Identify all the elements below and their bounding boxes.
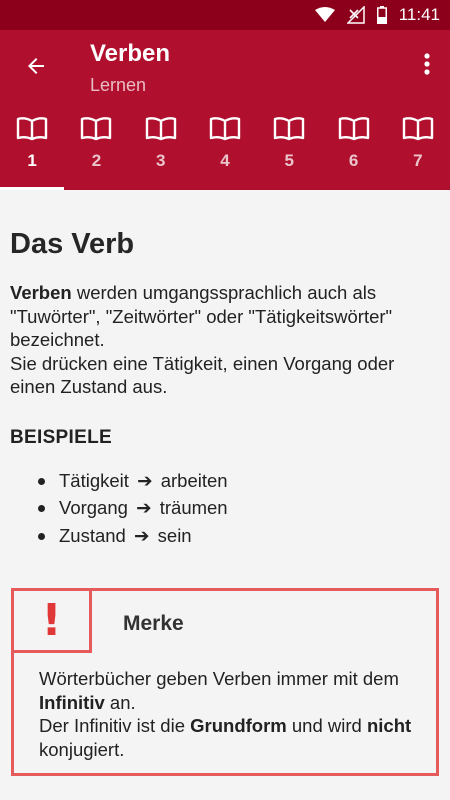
examples-heading: BEISPIELE [10, 426, 112, 448]
intro-text-2: Sie drücken eine Tätigkeit, einen Vorgan… [10, 352, 395, 398]
intro-bold-term: Verben [10, 282, 72, 303]
note-bold: Infinitiv [39, 691, 105, 713]
tab-label: 6 [348, 151, 359, 170]
tab-label: 4 [220, 151, 230, 170]
arrow-icon: ➔ [134, 524, 150, 546]
list-item: Vorgang ➔ träumen [38, 494, 438, 522]
note-body: Wörterbücher geben Verben immer mit dem … [39, 667, 424, 761]
example-term: Vorgang [59, 497, 128, 518]
tab-4[interactable]: 4 [193, 111, 257, 190]
back-button[interactable] [20, 50, 52, 82]
book-icon [16, 117, 48, 141]
note-text: und wird [286, 715, 367, 736]
example-value: sein [157, 524, 192, 546]
tab-5[interactable]: 5 [257, 111, 321, 190]
tab-6[interactable]: 6 [321, 111, 385, 190]
lesson-heading: Das Verb [10, 228, 135, 260]
tab-7[interactable]: 7 [386, 111, 450, 190]
remember-note-box: ! Merke Wörterbücher geben Verben immer … [11, 588, 439, 776]
arrow-icon: ➔ [136, 497, 152, 518]
examples-list: Tätigkeit ➔ arbeiten Vorgang ➔ träumen Z… [10, 467, 438, 550]
battery-icon [376, 6, 387, 24]
overflow-menu-button[interactable] [420, 50, 434, 78]
note-text: konjugiert. [39, 738, 125, 760]
note-bold: nicht [366, 715, 412, 736]
book-icon [81, 117, 112, 141]
tab-label: 5 [284, 151, 294, 170]
example-term: Zustand [59, 524, 126, 546]
note-text: an. [104, 691, 136, 713]
intro-paragraph: Verben werden umgangssprachlich auch als… [10, 281, 438, 399]
example-value: arbeiten [160, 469, 228, 491]
example-term: Tätigkeit [59, 469, 129, 491]
list-item: Zustand ➔ sein [38, 522, 438, 550]
tab-2[interactable]: 2 [64, 111, 128, 190]
page-subtitle: Lernen [90, 75, 147, 95]
note-text: Der Infinitiv ist die [39, 715, 191, 736]
list-item: Tätigkeit ➔ arbeiten [38, 467, 438, 495]
page-title: Verben [90, 40, 171, 67]
book-icon [209, 117, 241, 141]
more-vert-icon [424, 53, 430, 75]
exclamation-icon-box: ! [11, 588, 92, 653]
arrow-icon: ➔ [137, 469, 153, 491]
tab-label: 2 [91, 151, 102, 170]
signal-icon [346, 6, 365, 24]
tab-label: 7 [413, 151, 423, 170]
tab-label: 3 [155, 151, 166, 170]
tab-label: 1 [27, 151, 37, 170]
tab-1[interactable]: 1 [0, 111, 65, 190]
tab-3[interactable]: 3 [129, 111, 193, 190]
note-text: Wörterbücher geben Verben immer mit dem [39, 668, 399, 689]
book-icon [145, 117, 176, 141]
status-time: 11:41 [398, 5, 440, 24]
book-icon [338, 117, 369, 141]
note-title: Merke [123, 612, 184, 635]
status-bar: 11:41 [0, 0, 450, 30]
arrow-left-icon [28, 58, 44, 74]
lesson-content: Das Verb Verben werden umgangssprachlich… [0, 227, 450, 549]
book-icon [274, 117, 305, 141]
wifi-icon [314, 7, 335, 23]
lesson-tabs: 1 2 3 4 5 6 7 [0, 111, 450, 190]
exclamation-icon: ! [41, 594, 62, 646]
book-icon [402, 117, 434, 141]
note-bold: Grundform [190, 715, 287, 736]
app-bar: Verben Lernen 1 2 3 4 5 6 7 [0, 30, 450, 190]
example-value: träumen [159, 497, 228, 518]
